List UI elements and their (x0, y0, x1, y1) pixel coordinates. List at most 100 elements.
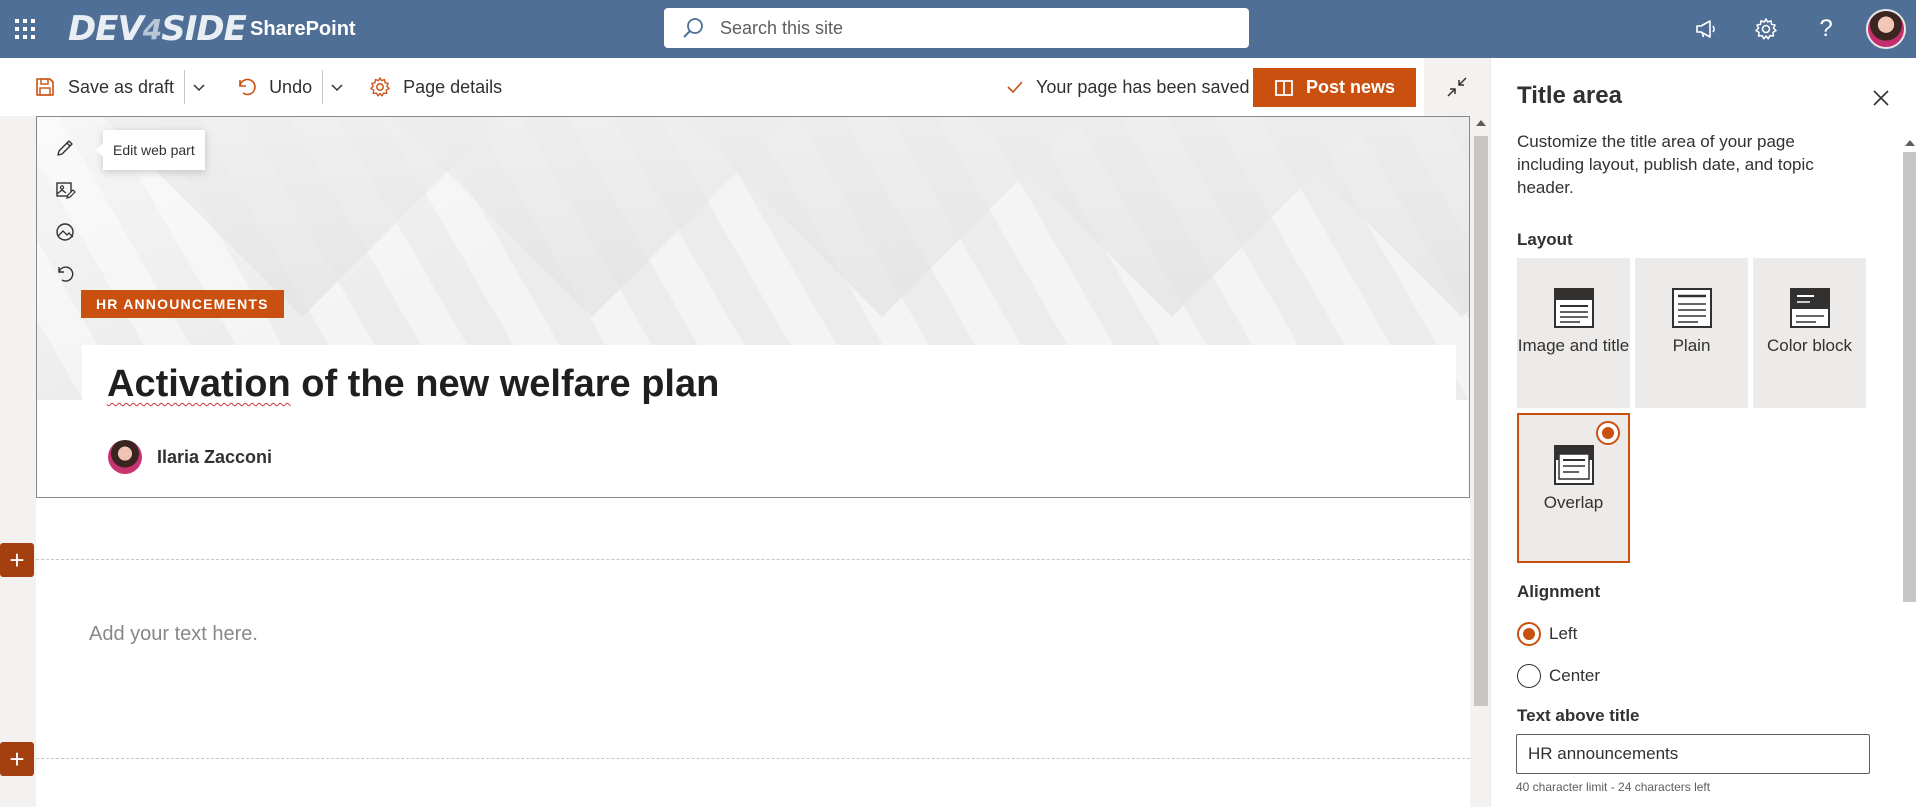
save-options-dropdown[interactable] (185, 58, 213, 116)
avatar (108, 440, 142, 474)
text-webpart-placeholder[interactable]: Add your text here. (89, 623, 258, 646)
layout-option-image-and-title[interactable]: Image and title (1517, 258, 1630, 408)
scrollbar-thumb[interactable] (1474, 136, 1488, 706)
post-news-label: Post news (1305, 77, 1396, 97)
help-button[interactable]: ? (1796, 0, 1856, 58)
pane-description: Customize the title area of your page in… (1517, 132, 1814, 197)
pencil-icon (57, 140, 73, 156)
book-icon (1275, 79, 1293, 96)
save-as-draft-label: Save as draft (68, 76, 175, 97)
reset-button[interactable] (47, 253, 83, 295)
help-icon: ? (1819, 15, 1833, 42)
gear-icon (1755, 18, 1777, 40)
radio-label: Left (1549, 624, 1578, 643)
scroll-up-arrow[interactable] (1476, 120, 1486, 126)
edit-webpart-button[interactable] (47, 127, 83, 169)
add-section-button[interactable]: + (0, 543, 34, 577)
author-name: Ilaria Zacconi (157, 446, 273, 467)
app-name[interactable]: SharePoint (250, 18, 356, 41)
layout-overlap-icon (1553, 445, 1594, 485)
undo-label: Undo (269, 76, 313, 97)
author-byline[interactable]: Ilaria Zacconi (108, 440, 272, 474)
page-canvas: Edit web part HR ANNOUNCEMENTS Activatio… (0, 116, 1490, 807)
search-icon (683, 18, 703, 38)
layout-option-label: Color block (1766, 336, 1853, 355)
app-launcher-button[interactable] (0, 0, 50, 58)
title-region-webpart[interactable]: Edit web part HR ANNOUNCEMENTS Activatio… (36, 116, 1470, 498)
command-bar: Save as draft Undo Page details Your pag… (0, 58, 1490, 116)
chevron-down-icon (331, 84, 343, 92)
post-news-button[interactable]: Post news (1253, 68, 1416, 107)
layout-option-label: Plain (1672, 336, 1711, 355)
alignment-option-left[interactable]: Left (1517, 622, 1577, 646)
pane-scrollbar[interactable] (1899, 134, 1916, 807)
alignment-label: Alignment (1517, 582, 1601, 601)
radio-button[interactable] (1517, 664, 1541, 688)
save-as-draft-button[interactable]: Save as draft (34, 58, 174, 116)
megaphone-icon (1696, 20, 1715, 38)
pane-title: Title area (1517, 82, 1622, 109)
plus-icon: + (9, 744, 25, 774)
webpart-toolbar (47, 127, 83, 295)
layout-label: Layout (1517, 230, 1573, 249)
logo-text-side: SIDE (161, 9, 247, 49)
waffle-icon (15, 19, 35, 39)
property-pane: Title area Customize the title area of y… (1490, 58, 1916, 807)
collapse-pane-button[interactable] (1424, 58, 1490, 116)
focal-point-button[interactable] (47, 211, 83, 253)
character-limit-note: 40 character limit - 24 characters left (1516, 780, 1711, 794)
save-status: Your page has been saved (1006, 58, 1250, 116)
chevron-down-icon (193, 84, 205, 92)
edit-webpart-tooltip: Edit web part (96, 130, 205, 170)
scrollbar-thumb[interactable] (1903, 152, 1916, 602)
focal-point-icon (56, 223, 74, 241)
add-section-button[interactable]: + (0, 742, 34, 776)
undo-icon (58, 266, 74, 282)
undo-button[interactable]: Undo (235, 58, 312, 116)
radio-label: Center (1549, 666, 1601, 685)
layout-image-and-title-icon (1553, 288, 1594, 328)
close-icon (1873, 90, 1889, 106)
page-title-rest: of the new welfare plan (290, 363, 720, 405)
close-pane-button[interactable] (1861, 78, 1901, 118)
avatar[interactable] (1866, 9, 1906, 49)
layout-color-block-icon (1789, 288, 1830, 328)
settings-button[interactable] (1736, 0, 1796, 58)
section-divider (36, 758, 1470, 759)
page-title[interactable]: Activation of the new welfare plan (107, 363, 719, 406)
page-body: Edit web part HR ANNOUNCEMENTS Activatio… (36, 116, 1470, 807)
layout-option-color-block[interactable]: Color block (1753, 258, 1866, 408)
plus-icon: + (9, 545, 25, 575)
image-edit-icon (56, 182, 76, 199)
layout-option-label: Image and title (1517, 336, 1630, 355)
layout-option-plain[interactable]: Plain (1635, 258, 1748, 408)
gear-icon (370, 77, 390, 97)
save-status-text: Your page has been saved (1036, 76, 1250, 97)
undo-options-dropdown[interactable] (323, 58, 351, 116)
text-above-title-label: Text above title (1517, 706, 1640, 725)
page-details-button[interactable]: Page details (369, 58, 502, 116)
site-logo[interactable]: DEV 4 SIDE (68, 0, 247, 58)
section-divider (36, 559, 1470, 560)
suite-bar: DEV4SIDE SharePoint ? (0, 0, 1916, 58)
layout-option-label: Overlap (1543, 493, 1604, 512)
logo-text-four: 4 (142, 12, 163, 46)
news-button[interactable] (1676, 0, 1736, 58)
alignment-option-center[interactable]: Center (1517, 664, 1600, 688)
checkmark-icon (1007, 81, 1023, 94)
selected-radio-indicator (1596, 421, 1620, 445)
search-input[interactable] (720, 17, 1240, 39)
search-box[interactable] (664, 8, 1249, 48)
topic-header-badge[interactable]: HR ANNOUNCEMENTS (81, 290, 284, 318)
radio-button[interactable] (1517, 622, 1541, 646)
canvas-scrollbar[interactable] (1472, 116, 1490, 807)
edit-image-button[interactable] (47, 169, 83, 211)
undo-icon (239, 78, 256, 96)
layout-option-overlap[interactable]: Overlap (1517, 413, 1630, 563)
text-above-title-input[interactable] (1516, 734, 1870, 774)
page-title-misspelled-word: Activation (107, 363, 291, 405)
collapse-icon (1447, 77, 1467, 97)
suite-actions: ? (1676, 0, 1916, 58)
layout-plain-icon (1671, 288, 1712, 328)
scroll-up-arrow[interactable] (1905, 140, 1915, 146)
